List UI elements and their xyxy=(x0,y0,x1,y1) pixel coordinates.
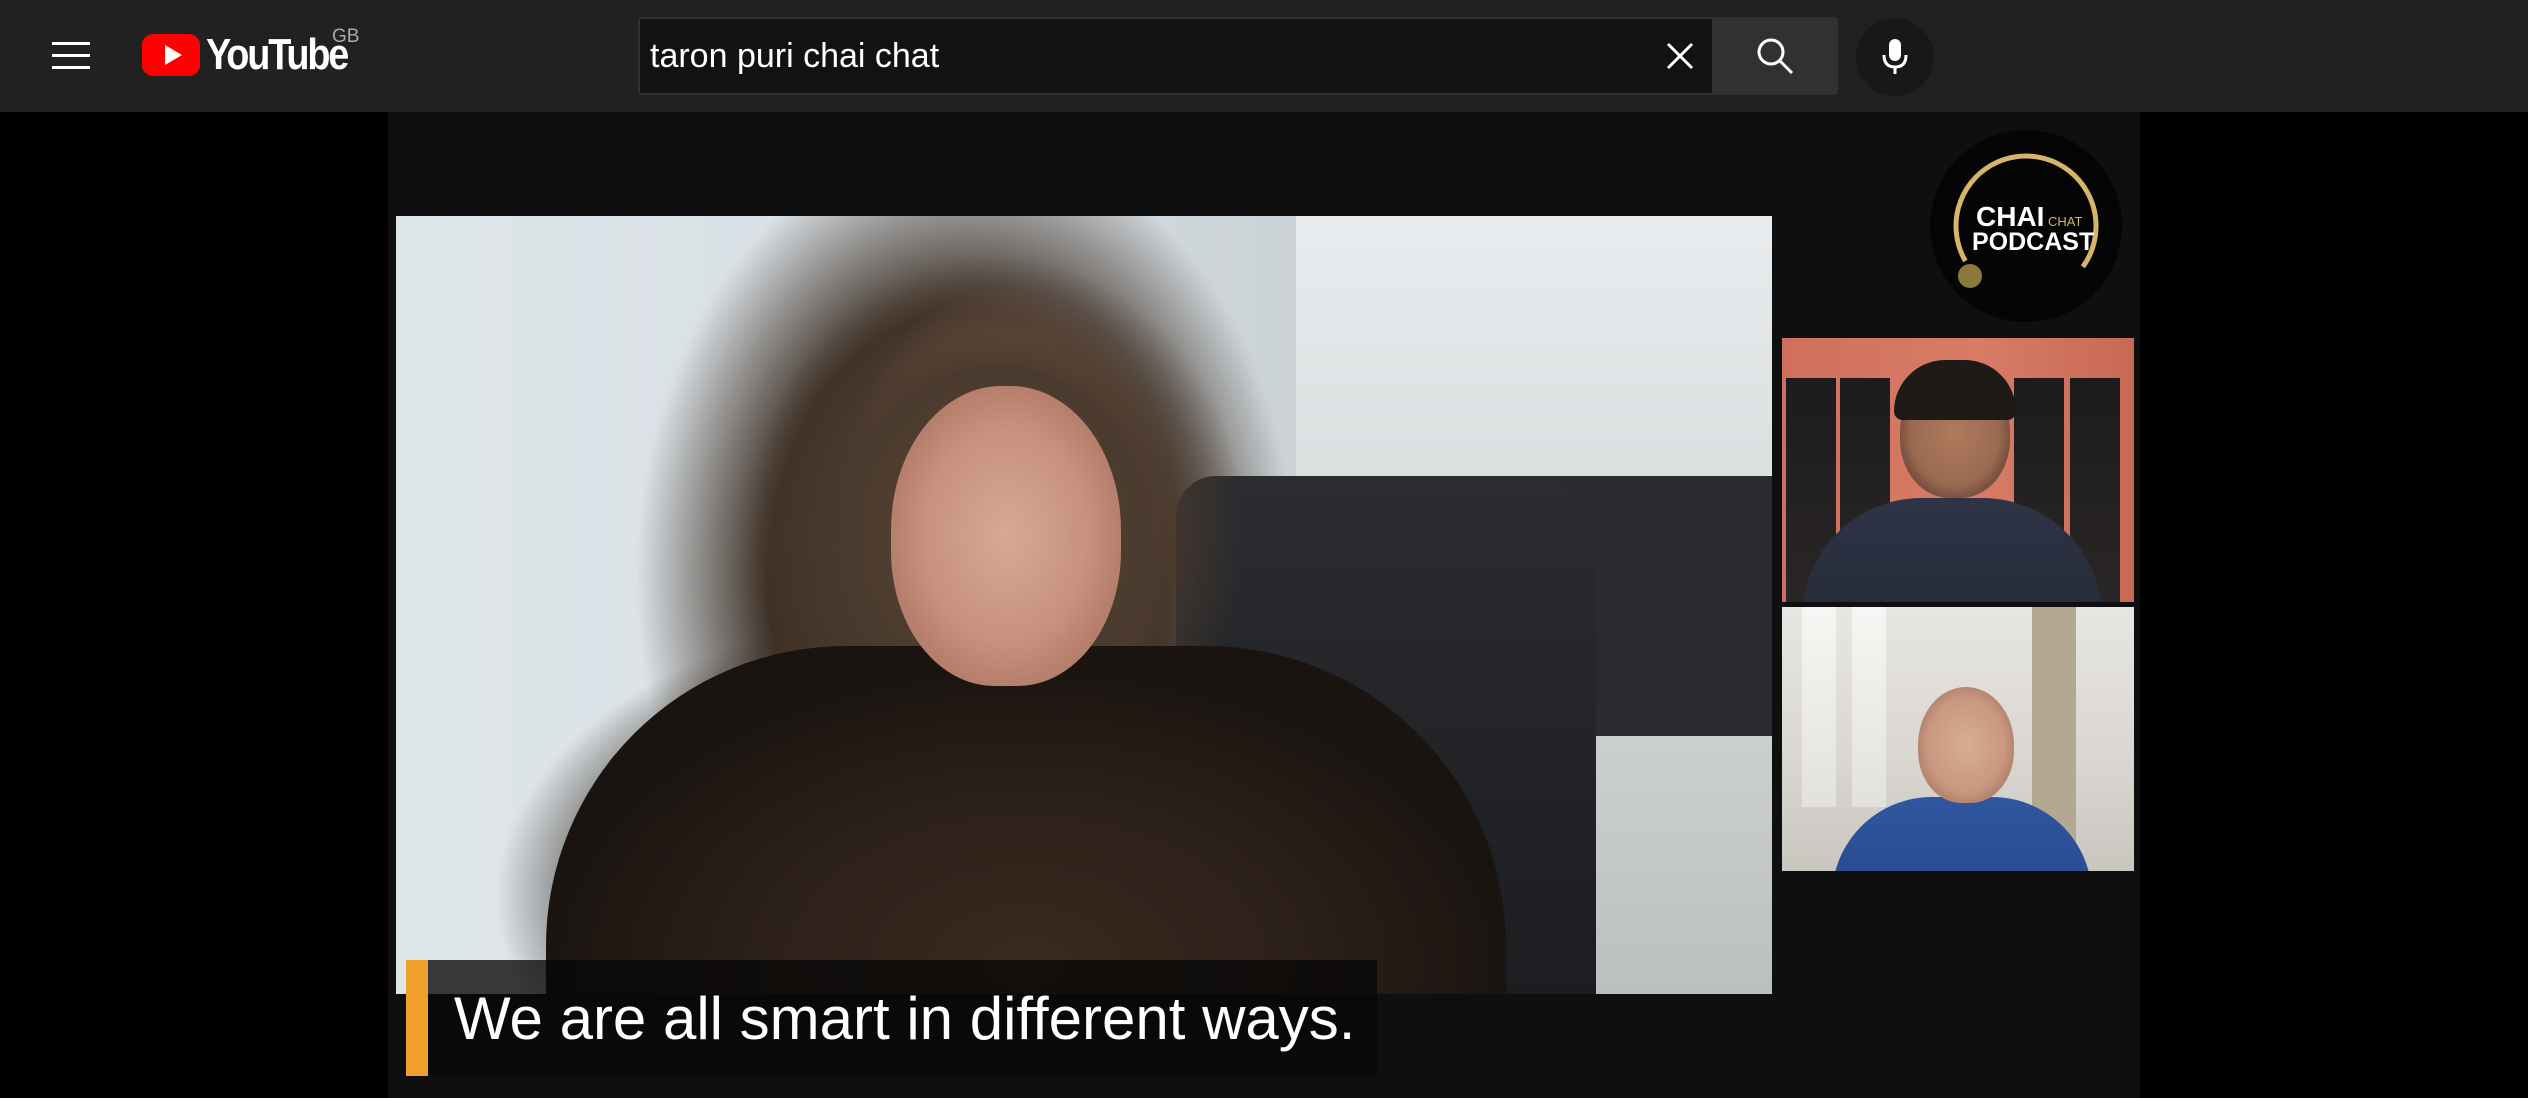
podcast-logo-art: CHAI CHAT PODCAST xyxy=(1953,153,2099,299)
caption-window: We are all smart in different ways. xyxy=(406,960,1378,1076)
search-box[interactable] xyxy=(638,17,1712,95)
menu-icon xyxy=(52,42,90,69)
guest-window xyxy=(1852,607,1886,807)
guide-menu-button[interactable] xyxy=(36,24,108,88)
masthead: YouTube GB xyxy=(0,0,2528,112)
mic-icon xyxy=(1882,39,1908,74)
speaker-body xyxy=(546,646,1506,994)
podcast-logo: CHAI CHAT PODCAST xyxy=(1930,130,2122,322)
country-code: GB xyxy=(332,26,360,47)
video-player[interactable]: We are all smart in different ways. CHAI… xyxy=(388,112,2140,1098)
close-icon xyxy=(1666,42,1694,70)
search-icon xyxy=(1757,38,1794,75)
podcast-logo-line1-small: CHAT xyxy=(2048,214,2082,229)
voice-search-button[interactable] xyxy=(1856,18,1934,96)
youtube-play-icon xyxy=(142,34,200,76)
search-input[interactable] xyxy=(650,19,1610,93)
caption-accent-bar xyxy=(406,960,428,1076)
speaker-face xyxy=(891,386,1121,686)
clear-search-button[interactable] xyxy=(1652,28,1708,84)
logo-wordmark: YouTube xyxy=(206,30,349,79)
guest-window xyxy=(1802,607,1836,807)
host-hair xyxy=(1894,360,2016,420)
guest-face xyxy=(1918,687,2014,803)
main-speaker-video xyxy=(396,216,1772,994)
guest-video-tile xyxy=(1782,607,2134,871)
search-button[interactable] xyxy=(1712,17,1838,95)
podcast-logo-line2: PODCAST xyxy=(1972,228,2094,256)
caption-text: We are all smart in different ways. xyxy=(454,984,1356,1052)
host-video-tile xyxy=(1782,338,2134,602)
